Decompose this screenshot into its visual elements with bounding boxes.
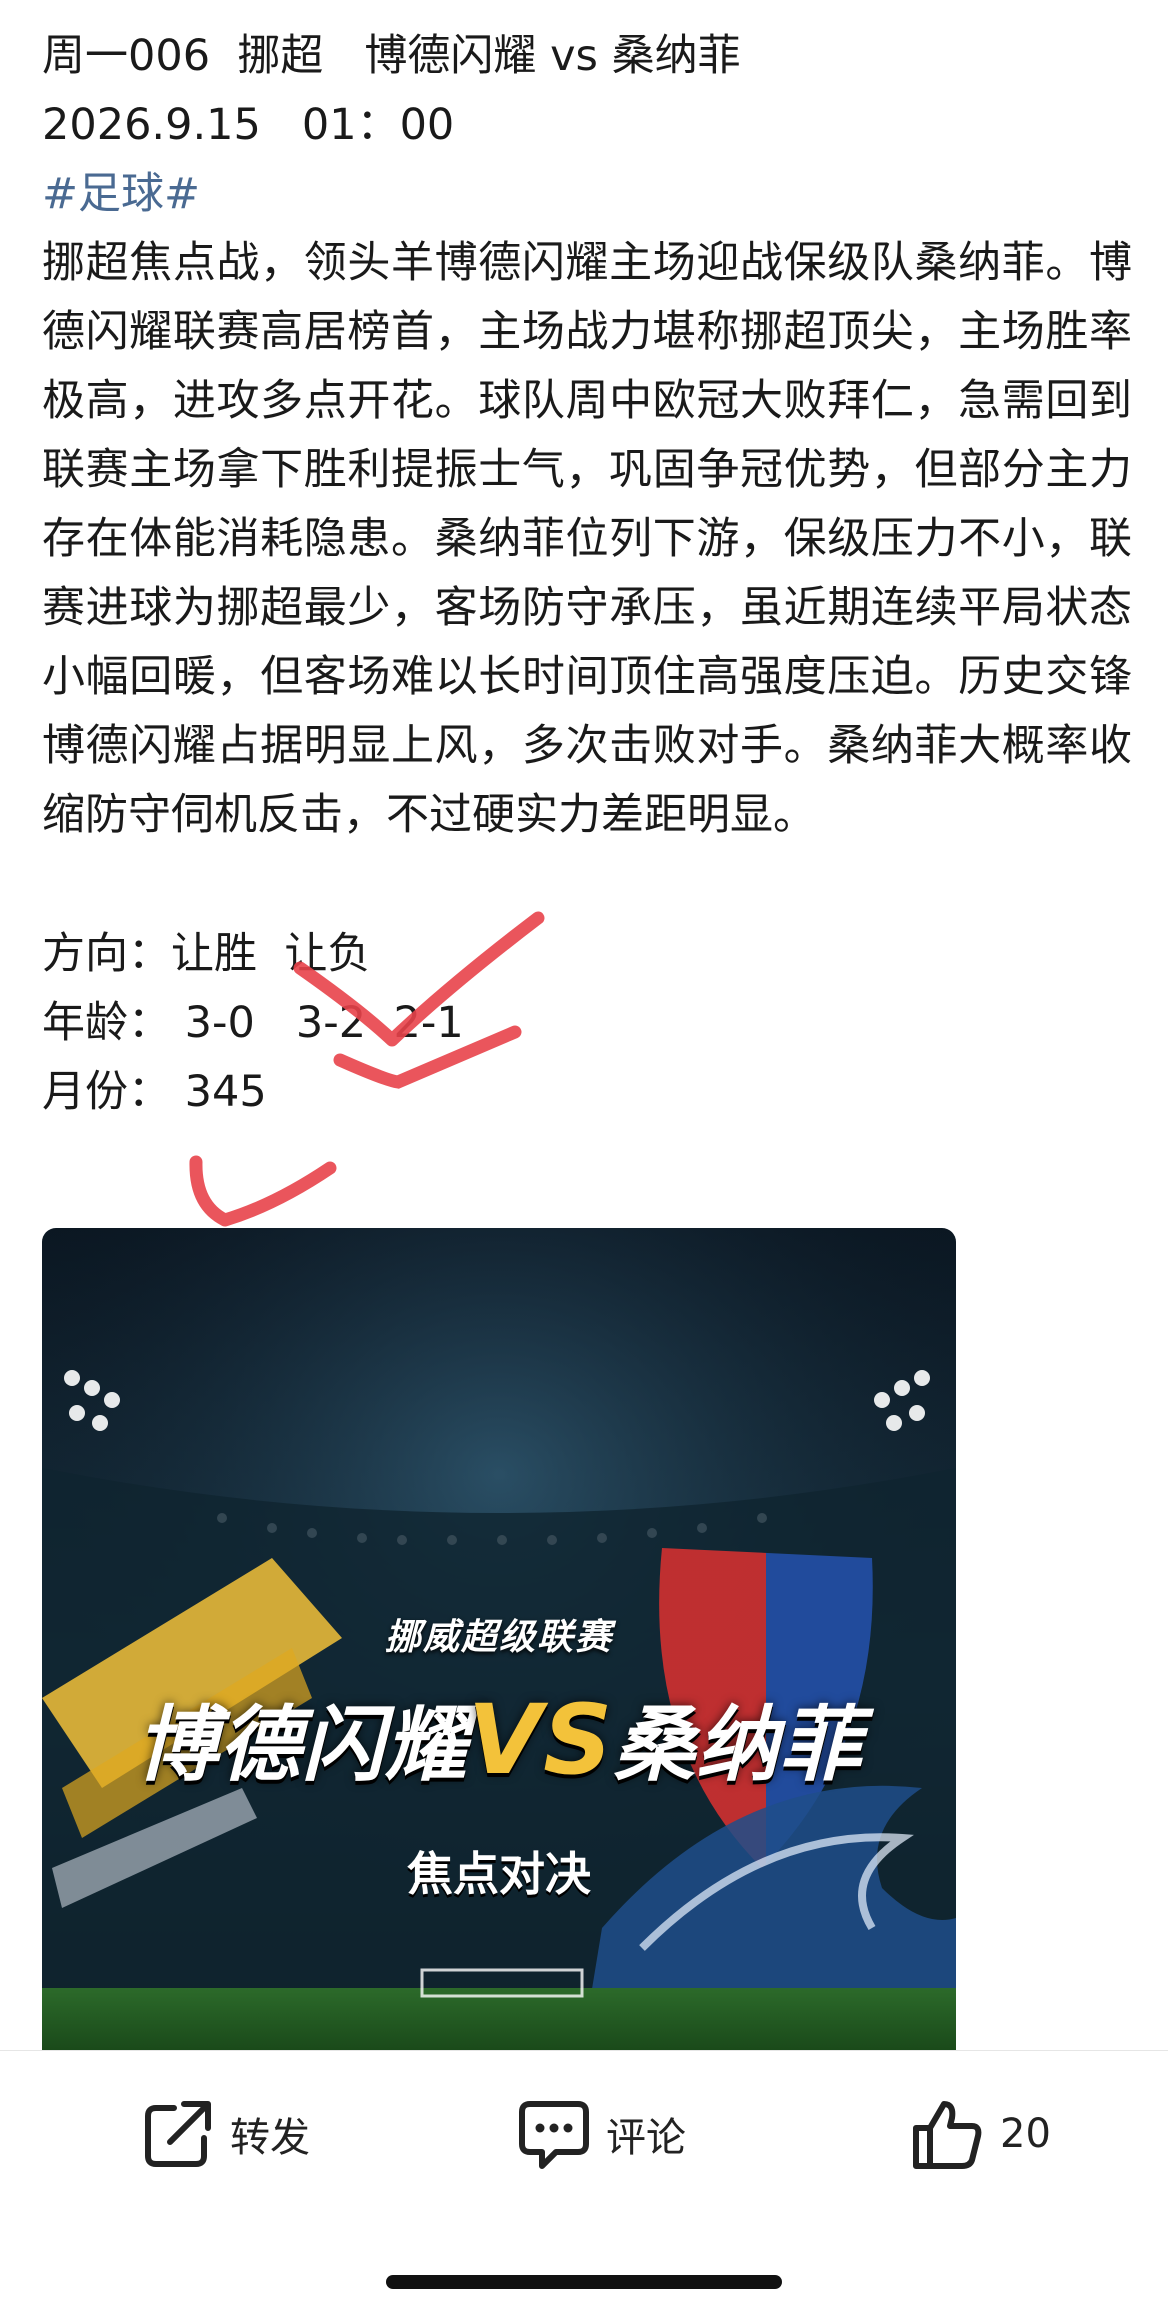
month-line: 月份： 345 bbox=[42, 1058, 1132, 1127]
action-bar: 转发 评论 20 bbox=[0, 2050, 1168, 2221]
share-button[interactable]: 转发 bbox=[140, 2096, 310, 2172]
age-value: 3-0 3-2 2-1 bbox=[171, 998, 464, 1048]
league-name: 挪威超级联赛 bbox=[384, 1617, 613, 1658]
month-value: 345 bbox=[171, 1067, 267, 1117]
analysis-text: 挪超焦点战，领头羊博德闪耀主场迎战保级队桑纳菲。博德闪耀联赛高居榜首，主场战力堪… bbox=[42, 238, 1132, 840]
direction-value: 让胜 让负 bbox=[171, 929, 371, 979]
share-icon bbox=[145, 2101, 211, 2167]
comment-label: 评论 bbox=[606, 2115, 686, 2161]
banner-subtitle: 焦点对决 bbox=[407, 1847, 591, 1901]
like-button[interactable]: 20 bbox=[910, 2096, 1051, 2172]
share-label: 转发 bbox=[230, 2115, 310, 2161]
direction-label: 方向： bbox=[42, 929, 171, 979]
direction-line: 方向：让胜 让负 bbox=[42, 920, 1132, 989]
matchup-title: 博德闪耀VS桑纳菲 bbox=[42, 1678, 956, 1797]
age-line: 年龄： 3-0 3-2 2-1 bbox=[42, 989, 1132, 1058]
hashtag-link[interactable]: #足球# bbox=[42, 160, 1132, 229]
like-icon bbox=[913, 2101, 982, 2169]
post-content: 周一006 挪超 博德闪耀 vs 桑纳菲 2026.9.15 01：00 #足球… bbox=[42, 0, 1132, 1127]
like-count: 20 bbox=[1000, 2111, 1051, 2157]
picks-block: 方向：让胜 让负 年龄： 3-0 3-2 2-1 月份： 345 bbox=[42, 920, 1132, 1127]
home-team: 博德闪耀 bbox=[135, 1698, 468, 1793]
vs-label: VS bbox=[467, 1684, 614, 1796]
match-header: 周一006 挪超 博德闪耀 vs 桑纳菲 bbox=[42, 31, 741, 81]
match-datetime: 2026.9.15 01：00 bbox=[42, 100, 455, 150]
comment-button[interactable]: 评论 bbox=[516, 2096, 686, 2172]
age-label: 年龄： bbox=[42, 998, 171, 1048]
home-indicator[interactable] bbox=[386, 2275, 782, 2289]
month-label: 月份： bbox=[42, 1067, 171, 1117]
comment-icon bbox=[519, 2101, 589, 2169]
match-banner-image[interactable]: 挪威超级联赛 博德闪耀VS桑纳菲 焦点对决 bbox=[42, 1228, 956, 2050]
away-team: 桑纳菲 bbox=[613, 1698, 863, 1793]
